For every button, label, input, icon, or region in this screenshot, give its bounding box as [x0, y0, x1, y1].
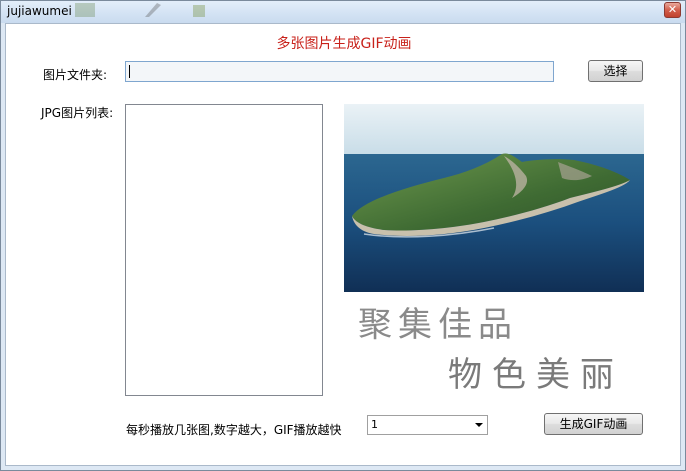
chevron-down-icon [475, 423, 483, 427]
client-area: 多张图片生成GIF动画 图片文件夹: 选择 JPG图片列表: 聚集佳品 物色美丽… [5, 23, 681, 466]
preview-image: 聚集佳品 物色美丽 [344, 104, 644, 396]
window-title: jujiawumei [7, 4, 72, 18]
title-bar[interactable]: jujiawumei ✕ [1, 1, 685, 23]
calligraphy-line-1: 聚集佳品 [358, 305, 518, 345]
titlebar-background-decoration [75, 3, 205, 17]
island-photo: 聚集佳品 物色美丽 [344, 104, 644, 396]
speed-label: 每秒播放几张图,数字越大，GIF播放越快 [126, 423, 342, 437]
text-caret [129, 65, 130, 78]
jpg-list-label: JPG图片列表: [41, 106, 114, 120]
close-button[interactable]: ✕ [664, 2, 681, 18]
folder-path-input[interactable] [125, 61, 554, 82]
app-window: jujiawumei ✕ 多张图片生成GIF动画 图片文件夹: 选择 JPG图片… [0, 0, 686, 471]
folder-label: 图片文件夹: [43, 68, 108, 82]
calligraphy-line-2: 物色美丽 [448, 355, 624, 395]
page-title: 多张图片生成GIF动画 [276, 36, 412, 52]
speed-select-value: 1 [371, 418, 378, 431]
generate-gif-button[interactable]: 生成GIF动画 [544, 413, 643, 435]
speed-select[interactable]: 1 [367, 415, 488, 435]
jpg-file-list[interactable] [125, 104, 323, 396]
choose-folder-button[interactable]: 选择 [588, 60, 643, 82]
close-icon: ✕ [667, 3, 678, 16]
